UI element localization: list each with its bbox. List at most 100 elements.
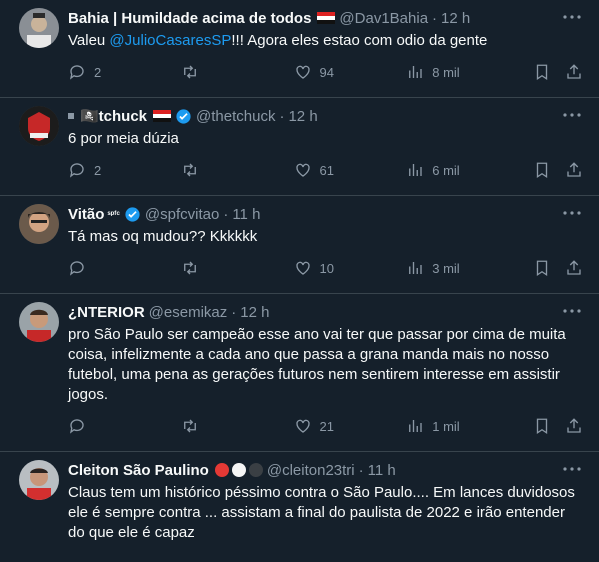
- bookmark-icon[interactable]: [533, 417, 551, 435]
- author-handle[interactable]: @cleiton23tri: [267, 462, 355, 479]
- more-options-icon[interactable]: [561, 104, 583, 126]
- tweet-header: 🏴‍☠️tchuck @thetchuck · 12 h: [68, 106, 583, 126]
- view-count: 3 mil: [432, 260, 460, 276]
- author-handle[interactable]: @spfcvitao: [145, 206, 219, 223]
- timestamp[interactable]: 11 h: [232, 206, 260, 223]
- retweet-button[interactable]: [181, 417, 294, 435]
- red-circle-icon: [214, 463, 229, 477]
- verified-badge-icon: [125, 206, 140, 222]
- retweet-icon: [183, 261, 196, 275]
- reply-icon: [69, 419, 84, 434]
- share-icon[interactable]: [565, 63, 583, 81]
- view-count: 1 mil: [432, 418, 460, 434]
- views-button[interactable]: 6 mil: [406, 161, 519, 179]
- more-options-icon[interactable]: [561, 202, 583, 224]
- tweet-header: Cleiton São Paulino @cleiton23tri · 11 h: [68, 460, 583, 480]
- like-count: 21: [319, 418, 334, 434]
- avatar[interactable]: [19, 204, 59, 244]
- reply-button[interactable]: [68, 259, 181, 277]
- tweet-actions: 10 3 mil: [68, 258, 583, 278]
- author-handle[interactable]: @Dav1Bahia: [339, 10, 428, 27]
- like-button[interactable]: 61: [294, 161, 407, 179]
- bookmark-icon[interactable]: [533, 161, 551, 179]
- reply-icon: [69, 261, 84, 276]
- more-options-icon[interactable]: [561, 458, 583, 480]
- like-button[interactable]: 10: [294, 259, 407, 277]
- flag-icon: [153, 110, 172, 122]
- avatar[interactable]: [19, 302, 59, 342]
- tweet-text: pro São Paulo ser campeão esse ano vai t…: [68, 326, 566, 403]
- reply-button[interactable]: 2: [68, 161, 181, 179]
- tweet-text: Valeu @JulioCasaresSP!!! Agora eles esta…: [68, 31, 583, 51]
- reply-icon: [69, 163, 84, 178]
- bookmark-icon[interactable]: [533, 63, 551, 81]
- tweet-header: Vitão ˢᵖᶠᶜ @spfcvitao · 11 h: [68, 204, 583, 224]
- avatar[interactable]: [19, 460, 59, 500]
- tweet[interactable]: ¿NTERIOR @esemikaz · 12 h pro São Paulo …: [0, 294, 599, 452]
- reply-button[interactable]: 2: [68, 63, 181, 81]
- tweet-actions: 2 61 6 mil: [68, 160, 583, 180]
- author-name[interactable]: Vitão: [68, 206, 104, 223]
- heart-icon: [295, 261, 310, 275]
- more-options-icon[interactable]: [561, 6, 583, 28]
- views-icon: [409, 164, 422, 176]
- views-button[interactable]: 3 mil: [406, 259, 519, 277]
- tweet-text: Claus tem um histórico péssimo contra o …: [68, 484, 575, 541]
- timestamp[interactable]: 11 h: [368, 462, 396, 479]
- reply-count: 2: [94, 162, 102, 178]
- tweet-text: Tá mas oq mudou?? Kkkkkk: [68, 228, 258, 245]
- bookmark-icon[interactable]: [533, 259, 551, 277]
- flag-icon: [317, 12, 336, 24]
- tweet-header: ¿NTERIOR @esemikaz · 12 h: [68, 302, 583, 322]
- timestamp[interactable]: 12 h: [288, 108, 317, 125]
- more-options-icon[interactable]: [561, 300, 583, 322]
- like-count: 61: [319, 162, 334, 178]
- author-name-suffix: ˢᵖᶠᶜ: [107, 209, 120, 219]
- author-name[interactable]: Bahia | Humildade acima de todos: [68, 10, 311, 27]
- verified-badge-icon: [176, 108, 191, 124]
- views-icon: [409, 66, 422, 78]
- tweet[interactable]: Cleiton São Paulino @cleiton23tri · 11 h…: [0, 452, 599, 562]
- view-count: 6 mil: [432, 162, 460, 178]
- author-name[interactable]: Cleiton São Paulino: [68, 462, 209, 479]
- tweet-actions: 2 94 8 mil: [68, 62, 583, 82]
- retweet-button[interactable]: [181, 63, 294, 81]
- mention-link[interactable]: @JulioCasaresSP: [109, 32, 231, 49]
- like-button[interactable]: 94: [294, 63, 407, 81]
- tweet[interactable]: Bahia | Humildade acima de todos @Dav1Ba…: [0, 0, 599, 98]
- author-name[interactable]: ¿NTERIOR: [68, 304, 145, 321]
- timestamp[interactable]: 12 h: [240, 304, 269, 321]
- separator-dot: ·: [279, 107, 285, 125]
- like-button[interactable]: 21: [294, 417, 407, 435]
- retweet-icon: [183, 163, 196, 177]
- avatar[interactable]: [19, 106, 59, 146]
- reply-count: 2: [94, 64, 102, 80]
- share-icon[interactable]: [565, 259, 583, 277]
- share-icon[interactable]: [565, 161, 583, 179]
- tweet-text-part: Valeu: [68, 32, 110, 49]
- retweet-button[interactable]: [181, 259, 294, 277]
- timestamp[interactable]: 12 h: [441, 10, 470, 27]
- avatar[interactable]: [19, 8, 59, 48]
- author-handle[interactable]: @esemikaz: [149, 304, 228, 321]
- tweet[interactable]: Vitão ˢᵖᶠᶜ @spfcvitao · 11 h Tá mas oq m…: [0, 196, 599, 294]
- square-badge-icon: [68, 113, 74, 119]
- separator-dot: ·: [432, 9, 438, 27]
- like-count: 94: [319, 64, 334, 80]
- retweet-icon: [183, 419, 196, 433]
- separator-dot: ·: [223, 205, 229, 223]
- separator-dot: ·: [231, 303, 237, 321]
- views-icon: [409, 420, 422, 432]
- tweet[interactable]: 🏴‍☠️tchuck @thetchuck · 12 h 6 por meia …: [0, 98, 599, 196]
- retweet-button[interactable]: [181, 161, 294, 179]
- tweet-actions: 21 1 mil: [68, 416, 583, 436]
- share-icon[interactable]: [565, 417, 583, 435]
- author-handle[interactable]: @thetchuck: [196, 108, 275, 125]
- views-button[interactable]: 1 mil: [406, 417, 519, 435]
- author-name[interactable]: 🏴‍☠️tchuck: [80, 107, 147, 125]
- black-circle-icon: [248, 463, 263, 477]
- tweet-text-part: !!! Agora eles estao com odio da gente: [231, 32, 488, 49]
- reply-button[interactable]: [68, 417, 181, 435]
- views-button[interactable]: 8 mil: [406, 63, 519, 81]
- heart-icon: [295, 419, 310, 433]
